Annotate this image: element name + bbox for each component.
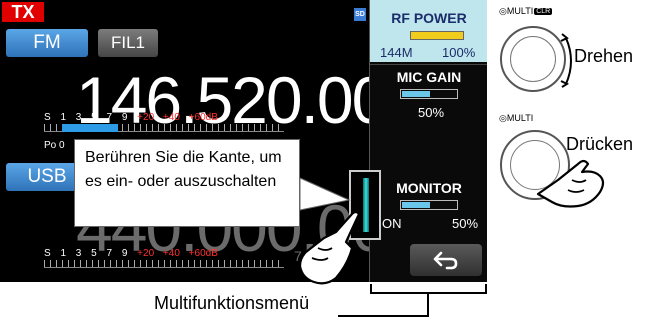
multifunction-menu-caption: Multifunktionsmenü: [154, 293, 310, 313]
knob-marker-icon: ◎: [499, 6, 507, 16]
instruction-callout: Berühren Sie die Kante, um es ein- oder …: [74, 139, 300, 227]
multi-knob-label-press: ◎MULTI: [499, 113, 534, 123]
press-label: Drücken: [566, 134, 634, 154]
press-hand-icon: [536, 159, 605, 208]
knob-marker-icon: ◎: [499, 113, 507, 123]
knob-inner-ring: [510, 36, 556, 82]
touch-hand-icon: [298, 210, 361, 285]
rotate-label: Drehen: [574, 46, 634, 66]
callout-pointer: [299, 177, 351, 211]
clr-badge: CLR: [534, 8, 553, 15]
multi-knob-label: ◎MULTI CLR: [499, 6, 553, 16]
multi-knob-rotate[interactable]: [500, 26, 566, 92]
menu-bracket: [370, 284, 487, 294]
menu-leader-line: [338, 293, 429, 317]
